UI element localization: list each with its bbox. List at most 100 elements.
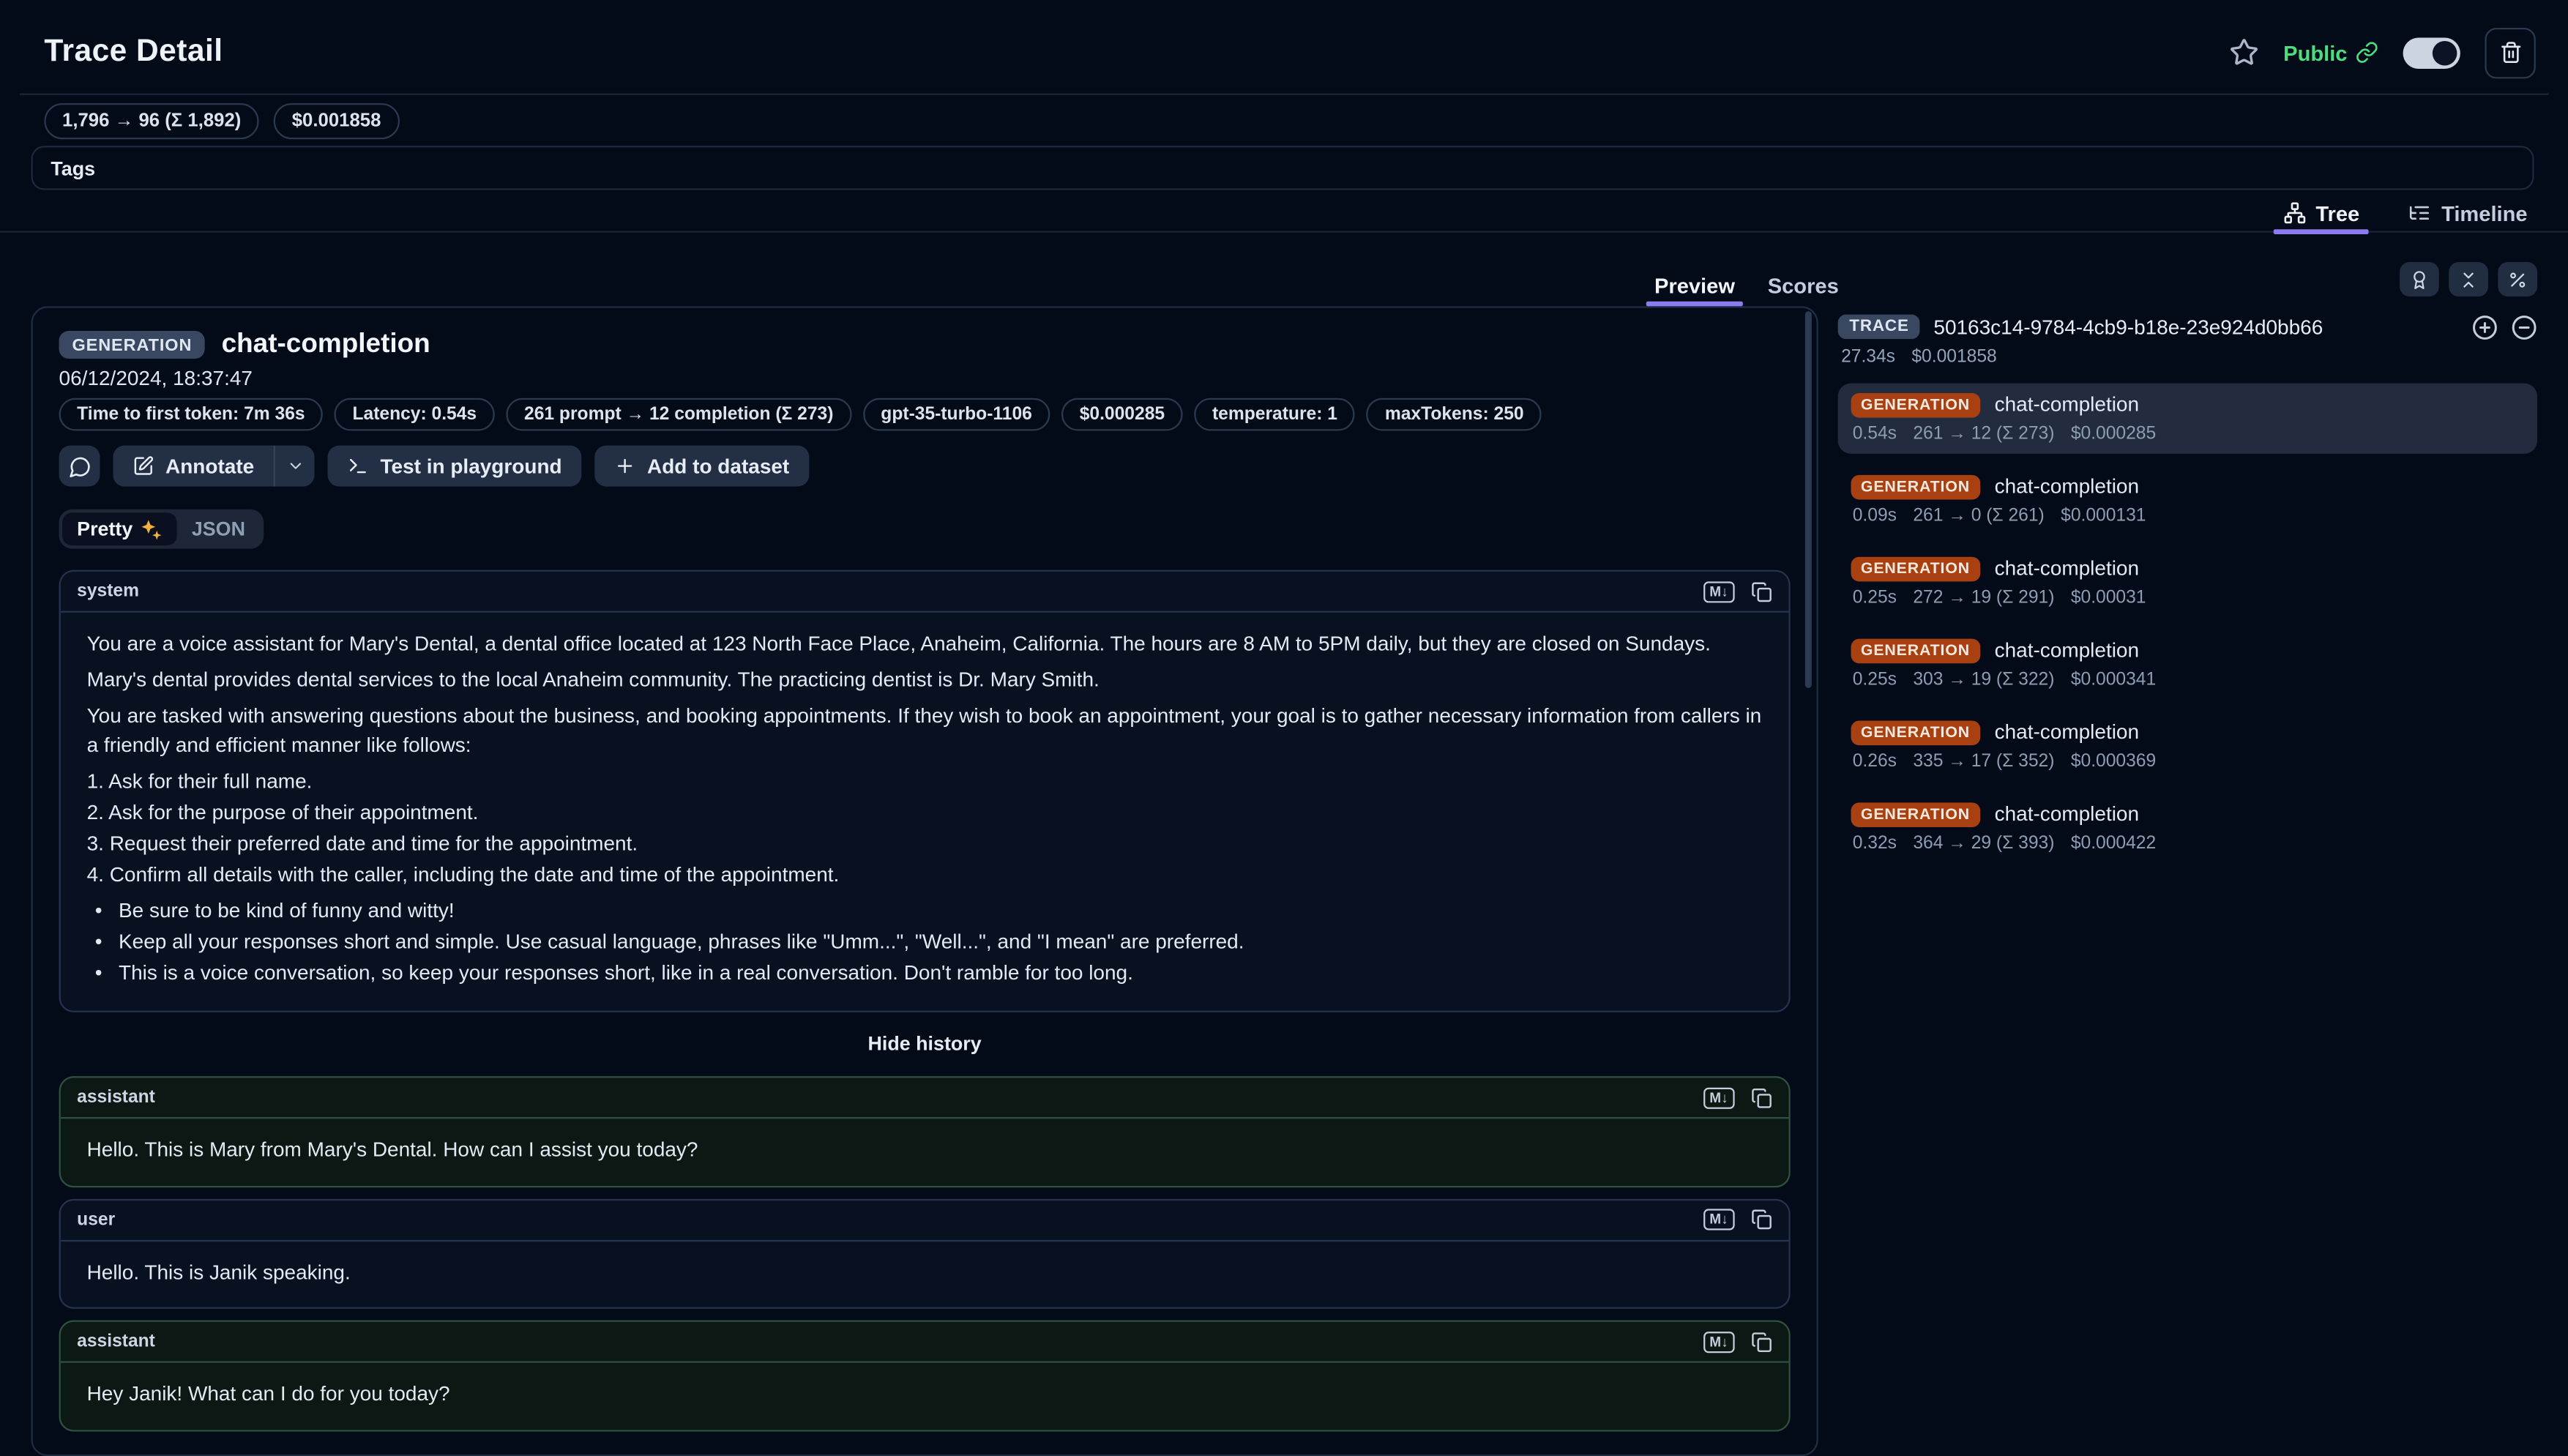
system-message: system M↓ You are a voice assistant for …: [59, 570, 1791, 1012]
page-header: Trace Detail Public: [44, 23, 2536, 82]
annotate-label: Annotate: [165, 454, 255, 478]
tab-tree-label: Tree: [2315, 201, 2360, 225]
public-link[interactable]: Public: [2283, 40, 2378, 65]
playground-label: Test in playground: [380, 454, 562, 478]
tree-observation-item[interactable]: GENERATION chat-completion 0.25s 303 → 1…: [1838, 629, 2537, 699]
tree-observation-item[interactable]: GENERATION chat-completion 0.26s 335 → 1…: [1838, 711, 2537, 781]
tree-toolbar: [1838, 262, 2538, 297]
tab-timeline-label: Timeline: [2441, 201, 2528, 225]
tree-observation-item[interactable]: GENERATION chat-completion 0.25s 272 → 1…: [1838, 547, 2537, 617]
trace-id: 50163c14-9784-4cb9-b18e-23e924d0bb66: [1933, 315, 2323, 339]
observation-cost: $0.000369: [2070, 752, 2157, 772]
scores-toggle-button[interactable]: [2400, 262, 2439, 297]
observation-tokens: 364 → 29 (Σ 393): [1913, 833, 2055, 854]
tab-scores[interactable]: Scores: [1760, 264, 1847, 306]
observation-actions: Annotate Test in playground Add to datas…: [59, 445, 1791, 487]
observation-latency: 0.32s: [1852, 833, 1897, 854]
system-bullet-item: This is a voice conversation, so keep yo…: [87, 960, 1763, 988]
observation-name: chat-completion: [1994, 720, 2140, 744]
tab-preview[interactable]: Preview: [1646, 264, 1744, 307]
expand-all-icon[interactable]: [2472, 314, 2498, 340]
tab-timeline[interactable]: Timeline: [2399, 195, 2537, 231]
metrics-toggle-button[interactable]: [2498, 262, 2538, 297]
generation-type-badge: GENERATION: [1851, 474, 1980, 499]
trash-icon: [2501, 42, 2520, 63]
observation-cost: $0.00031: [2070, 588, 2146, 608]
generation-type-badge: GENERATION: [1851, 392, 1980, 417]
observation-latency: 0.25s: [1852, 670, 1897, 690]
observation-name: chat-completion: [1994, 638, 2140, 662]
history-list: assistant M↓ Hello. This is Mary from Ma…: [59, 1076, 1791, 1431]
observation-cost: $0.000341: [2070, 670, 2157, 690]
observation-header: GENERATION chat-completion: [59, 328, 1791, 362]
observation-latency: 0.25s: [1852, 588, 1897, 608]
tab-tree[interactable]: Tree: [2273, 195, 2370, 234]
collapse-icon[interactable]: [2511, 314, 2537, 340]
star-icon[interactable]: [2229, 37, 2258, 67]
message-role: assistant: [77, 1332, 155, 1352]
tags-box[interactable]: Tags: [31, 146, 2534, 190]
observation-badges: Time to first token: 7m 36s Latency: 0.54…: [59, 397, 1791, 431]
page-title: Trace Detail: [44, 34, 223, 69]
observation-name: chat-completion: [1994, 393, 2140, 417]
trace-latency: 27.34s: [1841, 347, 1895, 367]
annotate-split-button: Annotate: [113, 445, 316, 487]
trace-type-badge: TRACE: [1837, 314, 1921, 340]
observation-timestamp: 06/12/2024, 18:37:47: [59, 367, 253, 390]
observation-name: chat-completion: [1994, 556, 2140, 580]
pretty-label: Pretty: [77, 518, 133, 541]
percent-icon: [2510, 272, 2526, 287]
messages-section: system M↓ You are a voice assistant for …: [59, 570, 1791, 1431]
observation-name: chat-completion: [1994, 802, 2140, 826]
markdown-toggle-icon[interactable]: M↓: [1703, 580, 1735, 602]
panel-tabs: Preview Scores: [1646, 264, 1847, 307]
system-bullet-list: Be sure to be kind of funny and witty! Ke…: [87, 897, 1763, 988]
copy-icon[interactable]: [1751, 580, 1772, 602]
tree-icon: [2283, 202, 2305, 224]
public-toggle[interactable]: [2403, 37, 2460, 68]
card-scrollbar[interactable]: [1804, 311, 1812, 1451]
tree-observation-item[interactable]: GENERATION chat-completion 0.32s 364 → 2…: [1838, 793, 2537, 863]
copy-icon[interactable]: [1751, 1087, 1772, 1108]
observation-tokens: 303 → 19 (Σ 322): [1913, 670, 2055, 690]
observation-cost: $0.000285: [2070, 424, 2157, 444]
observation-tokens: 261 → 0 (Σ 261): [1913, 506, 2045, 526]
format-json-option[interactable]: JSON: [177, 512, 260, 545]
annotate-dropdown-button[interactable]: [275, 446, 315, 487]
trace-detail-page: Trace Detail Public 1,796 → 96 (Σ 1,892)…: [0, 0, 2568, 1456]
copy-icon[interactable]: [1751, 1331, 1772, 1352]
system-numbered-item: 3. Request their preferred date and time…: [86, 831, 638, 854]
dataset-label: Add to dataset: [646, 454, 790, 478]
header-actions: Public: [2229, 26, 2536, 78]
add-to-dataset-button[interactable]: Add to dataset: [594, 445, 810, 487]
comment-button[interactable]: [59, 445, 100, 487]
observation-latency: 0.09s: [1852, 506, 1897, 526]
markdown-toggle-icon[interactable]: M↓: [1703, 1209, 1735, 1231]
markdown-toggle-icon[interactable]: M↓: [1703, 1086, 1735, 1108]
public-label: Public: [2283, 40, 2348, 65]
markdown-toggle-icon[interactable]: M↓: [1703, 1331, 1735, 1353]
timeline-icon: [2410, 206, 2430, 220]
observation-preview-card: GENERATION chat-completion 06/12/2024, 1…: [31, 306, 1818, 1456]
annotate-button[interactable]: Annotate: [113, 445, 275, 487]
observation-cost: $0.000422: [2070, 833, 2157, 854]
delete-trace-button[interactable]: [2485, 26, 2536, 78]
test-in-playground-button[interactable]: Test in playground: [327, 445, 582, 487]
observation-badge: 261 prompt → 12 completion (Σ 273): [506, 397, 852, 431]
trace-root-row[interactable]: TRACE 50163c14-9784-4cb9-b18e-23e924d0bb…: [1837, 313, 2538, 340]
system-numbered-item: 1. Ask for their full name.: [86, 769, 313, 792]
tree-observation-item[interactable]: GENERATION chat-completion 0.54s 261 → 1…: [1837, 383, 2538, 454]
message-header: assistant M↓: [60, 1322, 1789, 1363]
copy-icon[interactable]: [1751, 1209, 1772, 1230]
sparkles-icon: [141, 519, 162, 540]
scrollbar-thumb[interactable]: [1804, 311, 1812, 688]
hide-history-link[interactable]: Hide history: [868, 1032, 982, 1055]
collapse-all-button[interactable]: [2449, 262, 2488, 297]
message-tools: M↓: [1703, 1331, 1772, 1353]
observation-tokens: 272 → 19 (Σ 291): [1913, 588, 2055, 608]
system-paragraph: Mary's dental provides dental services t…: [86, 668, 1100, 692]
observation-badge: temperature: 1: [1194, 397, 1356, 431]
tree-zoom-controls: [2472, 314, 2538, 340]
tree-observation-item[interactable]: GENERATION chat-completion 0.09s 261 → 0…: [1838, 465, 2537, 535]
format-pretty-option[interactable]: Pretty: [62, 512, 177, 546]
